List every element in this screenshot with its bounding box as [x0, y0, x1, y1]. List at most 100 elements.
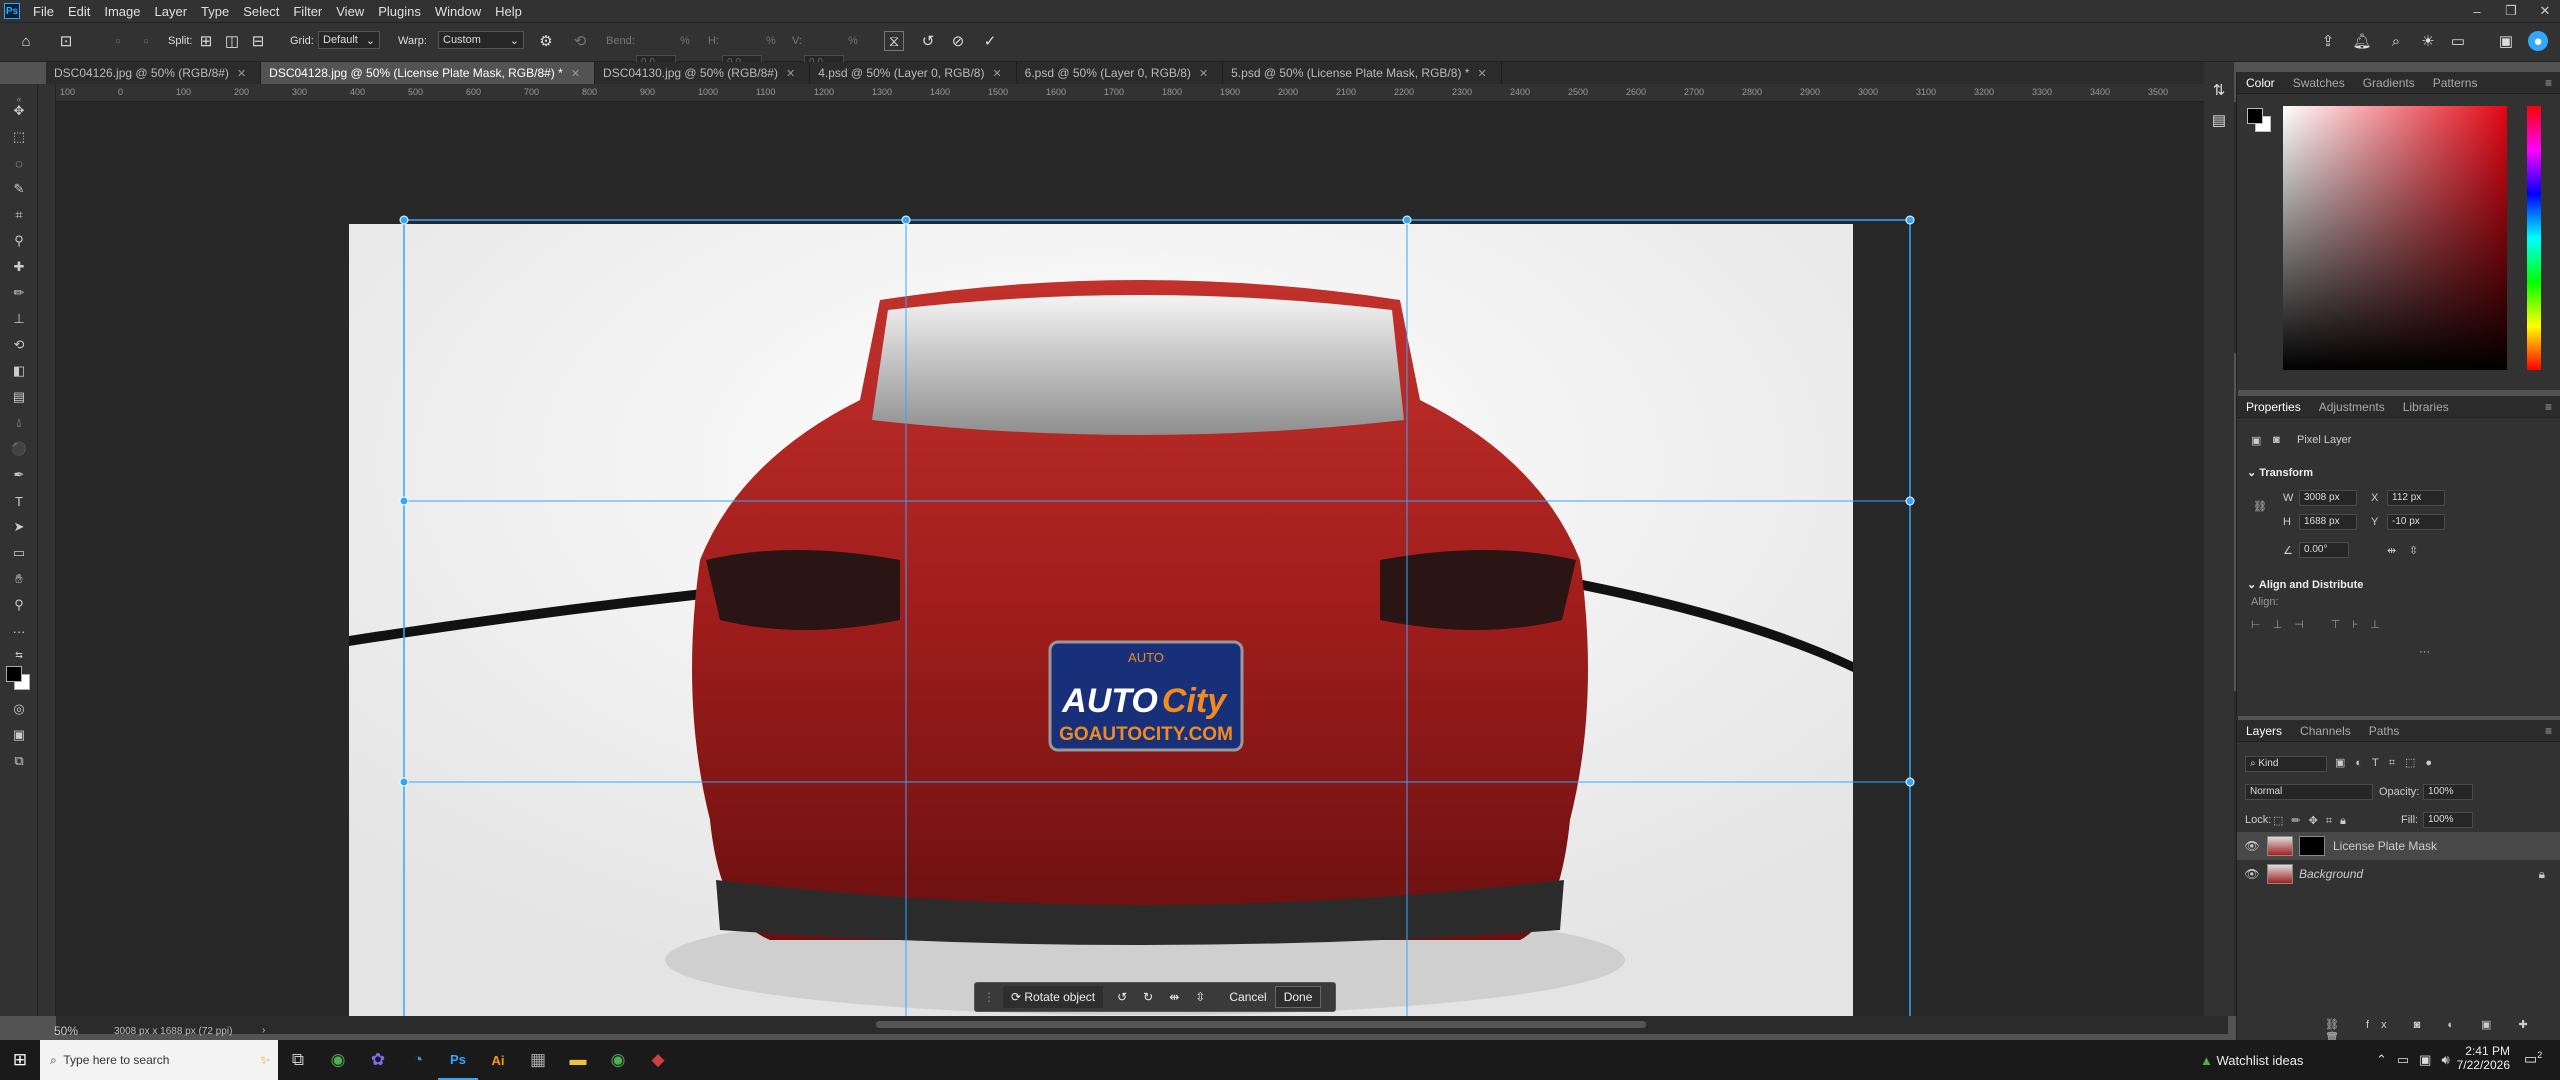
close-tab-icon[interactable]: ✕ — [786, 67, 795, 80]
warp-select[interactable]: Custom ⌄ — [438, 31, 524, 49]
task-view-icon[interactable]: ⧉ — [278, 1040, 318, 1080]
puppet-warp-icon[interactable]: ⧖ — [884, 31, 904, 51]
foreground-color-swatch[interactable] — [6, 666, 22, 682]
path-selection-tool-icon[interactable]: ➤ — [8, 516, 30, 538]
document-tab[interactable]: DSC04130.jpg @ 50% (RGB/8#) ✕ — [595, 62, 811, 84]
height-input[interactable]: 1688 px — [2299, 514, 2357, 530]
dodge-tool-icon[interactable]: ⚫ — [8, 438, 30, 460]
flip-horizontal-icon[interactable]: ⇹ — [1161, 986, 1187, 1008]
visibility-eye-icon[interactable]: 👁︎ — [2237, 839, 2267, 853]
eyedropper-tool-icon[interactable]: ⚲ — [8, 230, 30, 252]
marquee-tool-icon[interactable]: ⬚ — [8, 126, 30, 148]
canvas-area[interactable]: AUTO AUTO City GOAUTOCITY.COM — [56, 102, 2228, 1016]
menu-type[interactable]: Type — [194, 4, 236, 19]
layer-lock-icon[interactable]: 🔒︎ — [2539, 867, 2545, 882]
tab-color[interactable]: Color — [2237, 76, 2284, 90]
document-tab[interactable]: DSC04126.jpg @ 50% (RGB/8#) ✕ — [46, 62, 262, 84]
commit-transform-icon[interactable]: ✓ — [980, 31, 1000, 51]
document-tab[interactable]: 5.psd @ 50% (License Plate Mask, RGB/8) … — [1223, 62, 1502, 84]
type-tool-icon[interactable]: T — [8, 490, 30, 512]
eraser-tool-icon[interactable]: ◧ — [8, 360, 30, 382]
quick-mask-icon[interactable]: ◎ — [8, 698, 30, 720]
link-dimensions-icon[interactable]: ⛓ — [2253, 500, 2267, 513]
ctx-grip-icon[interactable]: ⋮ — [975, 986, 1003, 1008]
split-cross-icon[interactable]: ⊞ — [196, 31, 216, 51]
chrome-icon[interactable]: ◉ — [318, 1040, 358, 1080]
transform-preset-icon[interactable]: ⊡ — [56, 31, 76, 51]
clock[interactable]: 2:41 PM 7/22/2026 — [2446, 1044, 2510, 1072]
grid-select[interactable]: Default ⌄ — [318, 31, 380, 49]
swap-colors-icon[interactable]: ⇆ — [8, 644, 30, 666]
rotate-object-button[interactable]: ⟳ Rotate object — [1003, 986, 1104, 1008]
tab-paths[interactable]: Paths — [2360, 724, 2409, 738]
more-tools-icon[interactable]: ··· — [8, 620, 30, 642]
copilot-icon[interactable]: ✿ — [358, 1040, 398, 1080]
split-vertical-icon[interactable]: ◫ — [222, 31, 242, 51]
home-icon[interactable]: ⌂ — [16, 31, 36, 51]
horizontal-scrollbar[interactable] — [56, 1016, 2228, 1034]
calculator-icon[interactable]: ▦ — [518, 1040, 558, 1080]
widgets-button[interactable]: ▲ Watchlist ideas — [2200, 1053, 2303, 1068]
share-icon[interactable]: ⇪ — [2318, 31, 2338, 51]
menu-layer[interactable]: Layer — [148, 4, 195, 19]
close-tab-icon[interactable]: ✕ — [992, 67, 1001, 80]
restore-icon[interactable]: ❐ — [2494, 0, 2528, 22]
account-avatar-icon[interactable]: ● — [2528, 31, 2548, 51]
chrome-2-icon[interactable]: ◉ — [598, 1040, 638, 1080]
layer-row[interactable]: 👁︎ Background 🔒︎ — [2237, 860, 2560, 888]
reset-icon[interactable]: ↺ — [918, 31, 938, 51]
edge-icon[interactable]: ◔ — [398, 1040, 438, 1080]
split-horizontal-icon[interactable]: ⊟ — [248, 31, 268, 51]
comments-panel-icon[interactable]: ▤ — [2209, 110, 2229, 130]
fill-input[interactable]: 100% — [2423, 812, 2473, 828]
history-brush-tool-icon[interactable]: ⟲ — [8, 334, 30, 356]
cancel-transform-icon[interactable]: ⊘ — [948, 31, 968, 51]
angle-input[interactable]: 0.00° — [2299, 542, 2349, 558]
lock-icons[interactable]: ⬚✏✥⌗🔒︎ — [2273, 814, 2354, 828]
width-input[interactable]: 3008 px — [2299, 490, 2357, 506]
minimize-icon[interactable]: – — [2460, 0, 2494, 22]
lasso-tool-icon[interactable]: ◌ — [8, 152, 30, 174]
flip-vertical-icon[interactable]: ⇳ — [1187, 986, 1213, 1008]
close-tab-icon[interactable]: ✕ — [237, 67, 246, 80]
tab-patterns[interactable]: Patterns — [2424, 76, 2487, 90]
color-field[interactable] — [2283, 106, 2507, 370]
workspace-icon[interactable]: ▭ — [2448, 31, 2468, 51]
visibility-eye-icon[interactable]: 👁︎ — [2237, 867, 2267, 881]
document-tab[interactable]: 6.psd @ 50% (Layer 0, RGB/8) ✕ — [1017, 62, 1224, 84]
notification-icon[interactable]: ▭2 — [2524, 1050, 2542, 1068]
align-section-header[interactable]: ⌄ Align and Distribute — [2247, 578, 2363, 591]
tab-adjustments[interactable]: Adjustments — [2310, 400, 2394, 414]
menu-edit[interactable]: Edit — [61, 4, 97, 19]
frame-mode-icon[interactable]: ⧉ — [8, 750, 30, 772]
clone-stamp-tool-icon[interactable]: ⊥ — [8, 308, 30, 330]
tab-properties[interactable]: Properties — [2237, 400, 2310, 414]
menu-select[interactable]: Select — [236, 4, 286, 19]
windows-start-icon[interactable]: ⊞ — [0, 1040, 40, 1080]
color-fg-swatch[interactable] — [2247, 108, 2263, 124]
app-icon[interactable]: ◆ — [638, 1040, 678, 1080]
rectangle-tool-icon[interactable]: ▭ — [8, 542, 30, 564]
discover-icon[interactable]: ☀ — [2418, 31, 2438, 51]
quick-select-tool-icon[interactable]: ✎ — [8, 178, 30, 200]
transform-section-header[interactable]: ⌄ Transform — [2247, 466, 2313, 479]
bell-icon[interactable]: 🔔︎ — [2352, 31, 2372, 51]
flip-v-icon[interactable]: ⇳ — [2409, 544, 2418, 557]
move-tool-icon[interactable]: ✥ — [8, 100, 30, 122]
screen-mode-icon[interactable]: ▣ — [8, 724, 30, 746]
brush-tool-icon[interactable]: ✏ — [8, 282, 30, 304]
warp-settings-icon[interactable]: ⚙ — [536, 31, 556, 51]
flip-h-icon[interactable]: ⇹ — [2387, 544, 2396, 557]
blur-tool-icon[interactable]: 💧︎ — [8, 412, 30, 434]
illustrator-taskbar-icon[interactable]: Ai — [478, 1040, 518, 1080]
y-input[interactable]: -10 px — [2387, 514, 2445, 530]
menu-view[interactable]: View — [329, 4, 371, 19]
layer-filter-icons[interactable]: ▣◐T⌗⬚● — [2335, 756, 2442, 770]
file-explorer-icon[interactable]: ▬ — [558, 1040, 598, 1080]
menu-image[interactable]: Image — [97, 4, 147, 19]
hue-slider[interactable] — [2527, 106, 2541, 370]
rotate-left-icon[interactable]: ↺ — [1109, 986, 1135, 1008]
tab-layers[interactable]: Layers — [2237, 724, 2291, 738]
taskbar-search[interactable]: ⌕ Type here to search ✨︎ — [40, 1040, 278, 1080]
healing-brush-tool-icon[interactable]: ✚ — [8, 256, 30, 278]
